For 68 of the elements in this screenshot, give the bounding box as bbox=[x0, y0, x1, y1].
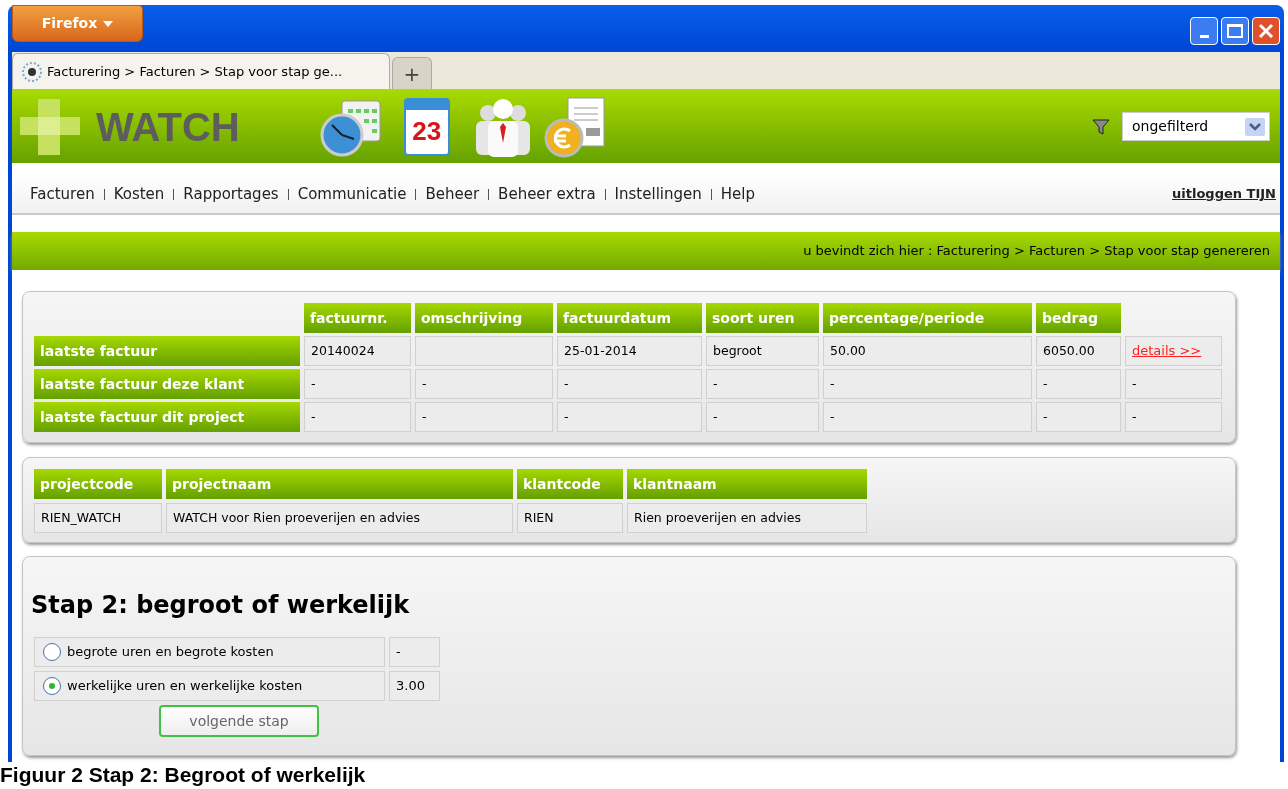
table-cell: - bbox=[557, 402, 702, 432]
table-cell: - bbox=[823, 369, 1032, 399]
nav-link[interactable]: Beheer bbox=[425, 182, 480, 206]
radio-option[interactable]: begrote uren en begrote kosten bbox=[34, 637, 385, 667]
table-cell: WATCH voor Rien proeverijen en advies bbox=[166, 503, 513, 533]
table-cell: begroot bbox=[706, 336, 819, 366]
table-cell: Rien proeverijen en advies bbox=[627, 503, 867, 533]
table-cell: RIEN_WATCH bbox=[34, 503, 162, 533]
caret-icon bbox=[103, 20, 114, 27]
nav-link[interactable]: Help bbox=[720, 182, 755, 206]
column-header: klantcode bbox=[517, 469, 623, 499]
column-header: soort uren bbox=[706, 303, 819, 333]
table-cell: - bbox=[557, 369, 702, 399]
table-cell: - bbox=[706, 402, 819, 432]
table-cell: 3.00 bbox=[389, 671, 440, 701]
radio-option[interactable]: werkelijke uren en werkelijke kosten bbox=[34, 671, 385, 701]
column-header: projectcode bbox=[34, 469, 162, 499]
table-cell: RIEN bbox=[517, 503, 623, 533]
row-header: laatste factuur deze klant bbox=[34, 369, 300, 399]
nav-link[interactable]: Kosten bbox=[113, 182, 165, 206]
column-header: factuurdatum bbox=[557, 303, 702, 333]
table-cell: - bbox=[415, 369, 553, 399]
browser-tab[interactable]: Facturering > Facturen > Stap voor stap ge... bbox=[12, 53, 390, 89]
table-cell: 20140024 bbox=[304, 336, 411, 366]
nav-link[interactable]: Facturen bbox=[30, 182, 95, 206]
nav-link[interactable]: Instellingen bbox=[614, 182, 702, 206]
close-button[interactable] bbox=[1252, 17, 1280, 45]
table-cell: - bbox=[304, 369, 411, 399]
table-cell: 25-01-2014 bbox=[557, 336, 702, 366]
filter-dropdown[interactable]: ongefilterd bbox=[1122, 112, 1270, 141]
column-header: bedrag bbox=[1036, 303, 1121, 333]
table-cell: - bbox=[1036, 369, 1121, 399]
table-cell: - bbox=[706, 369, 819, 399]
minimize-button[interactable] bbox=[1190, 17, 1218, 45]
column-header: omschrijving bbox=[415, 303, 553, 333]
app-logo: WATCH bbox=[96, 103, 240, 151]
column-header: percentage/periode bbox=[823, 303, 1032, 333]
close-icon bbox=[1258, 23, 1274, 39]
logout-link[interactable]: uitloggen TIJN bbox=[1172, 184, 1276, 204]
table-cell: - bbox=[1125, 369, 1222, 399]
filter-icon bbox=[1092, 117, 1110, 136]
next-step-button[interactable]: volgende stap bbox=[159, 705, 319, 737]
table-cell: 50.00 bbox=[823, 336, 1032, 366]
calendar-icon[interactable]: 23 bbox=[403, 97, 450, 156]
table-cell: - bbox=[1036, 402, 1121, 432]
nav-link[interactable]: Beheer extra bbox=[498, 182, 596, 206]
new-tab-button[interactable]: + bbox=[392, 57, 432, 89]
column-header: factuurnr. bbox=[304, 303, 411, 333]
row-header: laatste factuur dit project bbox=[34, 402, 300, 432]
column-header: projectnaam bbox=[166, 469, 513, 499]
breadcrumb-text: u bevindt zich hier : Facturering > Facturen > Stap voor stap genereren bbox=[803, 242, 1270, 261]
table-cell: - bbox=[304, 402, 411, 432]
table-cell: - bbox=[823, 402, 1032, 432]
maximize-button[interactable] bbox=[1221, 17, 1249, 45]
figure-caption: Figuur 2 Stap 2: Begroot of werkelijk bbox=[0, 763, 366, 786]
step-heading: Stap 2: begroot of werkelijk bbox=[31, 590, 410, 621]
radio-button[interactable] bbox=[43, 677, 61, 695]
table-cell: 6050.00 bbox=[1036, 336, 1121, 366]
table-cell: - bbox=[389, 637, 440, 667]
eye-favicon-icon bbox=[21, 60, 43, 83]
table-cell: - bbox=[415, 402, 553, 432]
nav-link[interactable]: Rapportages bbox=[183, 182, 279, 206]
radio-button[interactable] bbox=[43, 643, 61, 661]
column-header: klantnaam bbox=[627, 469, 867, 499]
dropdown-caret-icon bbox=[1245, 117, 1265, 136]
row-header: laatste factuur bbox=[34, 336, 300, 366]
nav-link[interactable]: Communicatie bbox=[297, 182, 407, 206]
table-cell: - bbox=[1125, 402, 1222, 432]
